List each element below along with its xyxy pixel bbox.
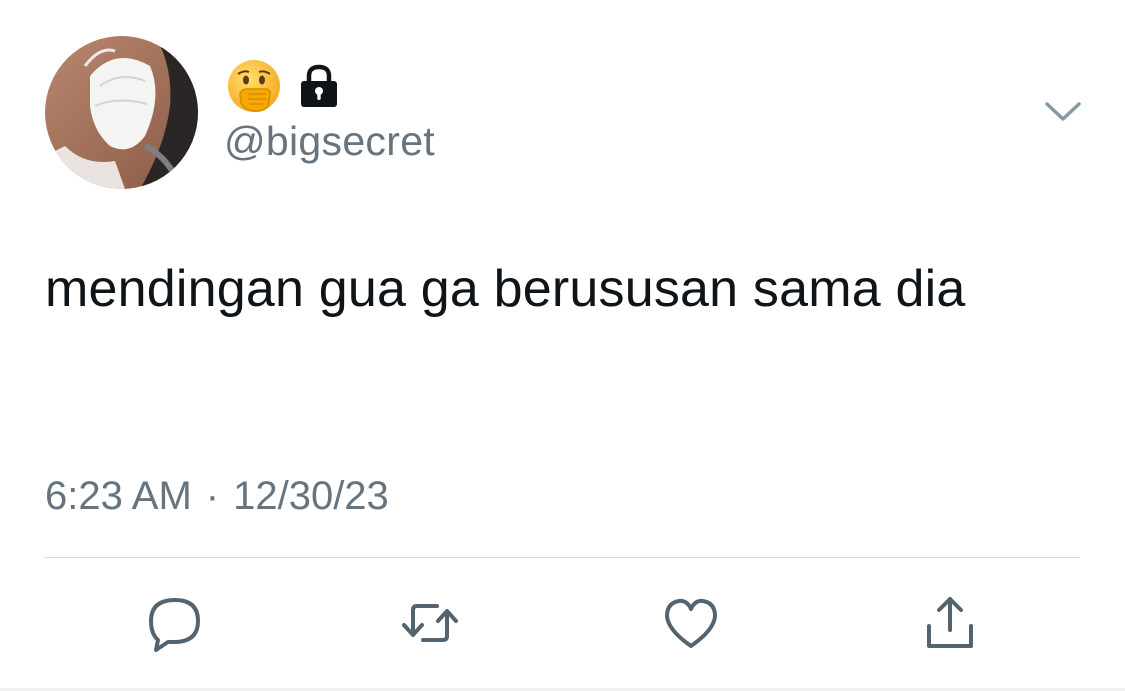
chevron-down-icon[interactable] — [1043, 98, 1083, 126]
share-button[interactable] — [921, 594, 979, 652]
tweet-timestamp[interactable]: 6:23 AM · 12/30/23 — [45, 470, 389, 522]
like-icon — [665, 598, 717, 648]
reply-icon — [149, 598, 200, 652]
meta-separator: · — [205, 474, 220, 518]
retweet-button[interactable] — [401, 594, 459, 652]
lock-icon — [301, 64, 337, 107]
retweet-icon — [402, 604, 458, 642]
like-button[interactable] — [662, 594, 720, 652]
tweet-date: 12/30/23 — [233, 474, 389, 518]
display-name — [226, 58, 339, 114]
reply-button[interactable] — [146, 594, 204, 652]
tweet-text: mendingan gua ga berususan sama dia — [45, 260, 966, 318]
tweet-time: 6:23 AM — [45, 474, 192, 518]
tweet-detail: @bigsecret mendingan gua ga berususan sa… — [0, 0, 1125, 691]
divider — [45, 557, 1080, 558]
face-with-hand-over-mouth-icon — [228, 60, 280, 112]
user-handle[interactable]: @bigsecret — [224, 116, 435, 166]
share-icon — [927, 597, 973, 648]
avatar[interactable] — [45, 36, 198, 189]
